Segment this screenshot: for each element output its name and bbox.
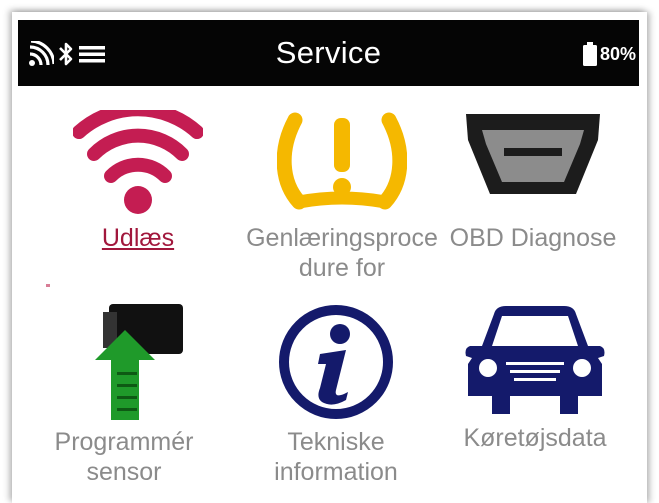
tpms-warning-icon <box>277 112 407 210</box>
menu-label-read: Udlæs <box>101 224 175 252</box>
battery-icon <box>582 42 597 66</box>
battery-status: 80% <box>582 40 636 68</box>
menu-item-read[interactable]: Udlæs <box>38 110 238 253</box>
menu-item-relearn[interactable]: Genlæringsprocedure for <box>242 110 442 283</box>
wifi-read-icon <box>73 110 203 214</box>
menu-item-program-sensor[interactable]: Programmér sensor <box>24 302 224 487</box>
stray-mark <box>46 284 50 287</box>
page-title: Service <box>275 35 382 70</box>
menu-item-technical-info[interactable]: Tekniske information <box>236 302 436 487</box>
menu-label-technical-info: Tekniske information <box>274 428 398 486</box>
car-icon <box>465 306 605 414</box>
menu-label-relearn: Genlæringsprocedure for <box>246 224 438 282</box>
menu-item-vehicle-data[interactable]: Køretøjsdata <box>435 302 635 453</box>
status-bar: Service 80% <box>18 20 639 86</box>
obd-connector-icon <box>466 114 600 194</box>
info-icon <box>279 305 393 419</box>
menu-label-vehicle-data: Køretøjsdata <box>463 424 607 452</box>
menu-label-obd: OBD Diagnose <box>449 224 617 252</box>
menu-label-program-sensor: Programmér sensor <box>54 428 194 486</box>
program-sensor-icon <box>95 304 183 420</box>
menu-item-obd[interactable]: OBD Diagnose <box>433 110 633 253</box>
battery-percent: 80% <box>599 43 636 64</box>
